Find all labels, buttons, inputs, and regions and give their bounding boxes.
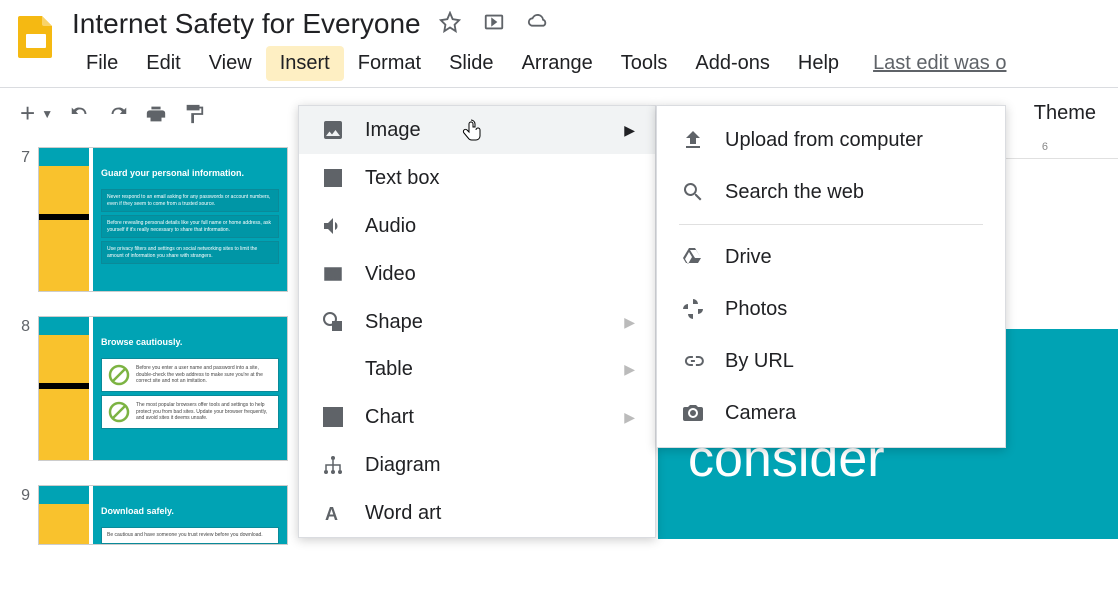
thumb-number: 8 [12,316,38,336]
theme-button[interactable]: Theme [1034,102,1096,125]
no-sign-icon [107,363,131,387]
undo-button[interactable] [69,103,91,125]
shape-icon [319,310,347,334]
insert-table[interactable]: Table ▶ [299,346,655,393]
image-drive[interactable]: Drive [657,231,1005,283]
menu-insert[interactable]: Insert [266,46,344,81]
slide-thumbnail-7[interactable]: Guard your personal information. Never r… [38,147,288,292]
image-search-web[interactable]: Search the web [657,166,1005,218]
thumb-number: 7 [12,147,38,167]
image-by-url[interactable]: By URL [657,335,1005,387]
insert-video[interactable]: Video [299,250,655,298]
slides-logo[interactable] [12,12,60,60]
image-icon [319,118,347,142]
chevron-right-icon: ▶ [624,122,635,139]
thumb-number: 9 [12,485,38,505]
new-slide-button[interactable]: + [16,98,39,129]
diagram-icon [319,453,347,477]
chevron-right-icon: ▶ [624,409,635,426]
slide-thumbnail-8[interactable]: Browse cautiously. Before you enter a us… [38,316,288,461]
menu-format[interactable]: Format [344,46,435,81]
menu-view[interactable]: View [195,46,266,81]
menu-edit[interactable]: Edit [132,46,194,81]
chart-icon [319,405,347,429]
menu-slide[interactable]: Slide [435,46,507,81]
no-sign-icon [107,400,131,424]
last-edit-link[interactable]: Last edit was o [873,52,1006,75]
menu-arrange[interactable]: Arrange [508,46,607,81]
menu-divider [679,224,983,225]
camera-icon [679,401,707,425]
insert-chart[interactable]: Chart ▶ [299,393,655,441]
insert-audio[interactable]: Audio [299,202,655,250]
image-submenu: Upload from computer Search the web Driv… [656,105,1006,448]
video-icon [319,262,347,286]
paint-format-button[interactable] [183,103,205,125]
star-icon[interactable] [439,11,461,38]
photos-icon [679,297,707,321]
cloud-status-icon[interactable] [527,11,549,38]
drive-icon [679,245,707,269]
link-icon [679,349,707,373]
menu-addons[interactable]: Add-ons [681,46,784,81]
chevron-right-icon: ▶ [624,361,635,378]
slide-thumbnail-9[interactable]: Download safely. Be cautious and have so… [38,485,288,545]
menu-help[interactable]: Help [784,46,853,81]
insert-wordart[interactable]: A Word art [299,489,655,537]
insert-dropdown-menu: Image ▶ Text box Audio Video Shape ▶ Tab… [298,105,656,538]
redo-button[interactable] [107,103,129,125]
svg-text:A: A [325,504,338,524]
insert-textbox[interactable]: Text box [299,154,655,202]
menu-tools[interactable]: Tools [607,46,682,81]
menu-file[interactable]: File [72,46,132,81]
image-upload-from-computer[interactable]: Upload from computer [657,114,1005,166]
search-icon [679,180,707,204]
document-title[interactable]: Internet Safety for Everyone [72,8,421,40]
image-camera[interactable]: Camera [657,387,1005,439]
insert-shape[interactable]: Shape ▶ [299,298,655,346]
slide-thumbnail-panel: 7 Guard your personal information. Never… [0,139,298,609]
image-photos[interactable]: Photos [657,283,1005,335]
audio-icon [319,214,347,238]
upload-icon [679,128,707,152]
mouse-cursor [462,118,486,152]
chevron-right-icon: ▶ [624,314,635,331]
insert-diagram[interactable]: Diagram [299,441,655,489]
wordart-icon: A [319,501,347,525]
print-button[interactable] [145,103,167,125]
move-icon[interactable] [483,11,505,38]
menubar: File Edit View Insert Format Slide Arran… [72,46,1106,81]
textbox-icon [319,166,347,190]
new-slide-dropdown[interactable]: ▼ [41,107,53,121]
